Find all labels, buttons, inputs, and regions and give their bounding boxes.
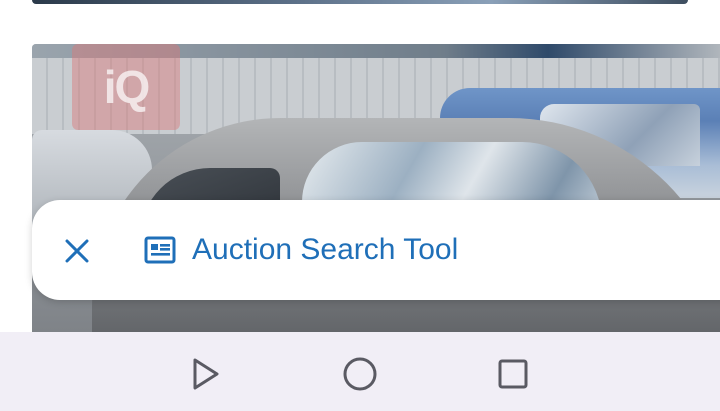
recents-square-icon[interactable] <box>493 354 533 394</box>
auction-search-tool-bar[interactable]: Auction Search Tool <box>32 200 720 300</box>
home-circle-icon[interactable] <box>340 354 380 394</box>
system-nav-bar <box>0 332 720 411</box>
watermark-text: iQ <box>103 61 151 113</box>
tool-title: Auction Search Tool <box>192 233 459 266</box>
watermark-logo: iQ <box>72 44 180 130</box>
article-icon <box>144 235 178 265</box>
back-triangle-icon[interactable] <box>186 354 226 394</box>
close-icon[interactable] <box>62 236 92 266</box>
partial-image-strip <box>32 0 688 4</box>
auction-search-tool-link[interactable]: Auction Search Tool <box>144 228 458 272</box>
